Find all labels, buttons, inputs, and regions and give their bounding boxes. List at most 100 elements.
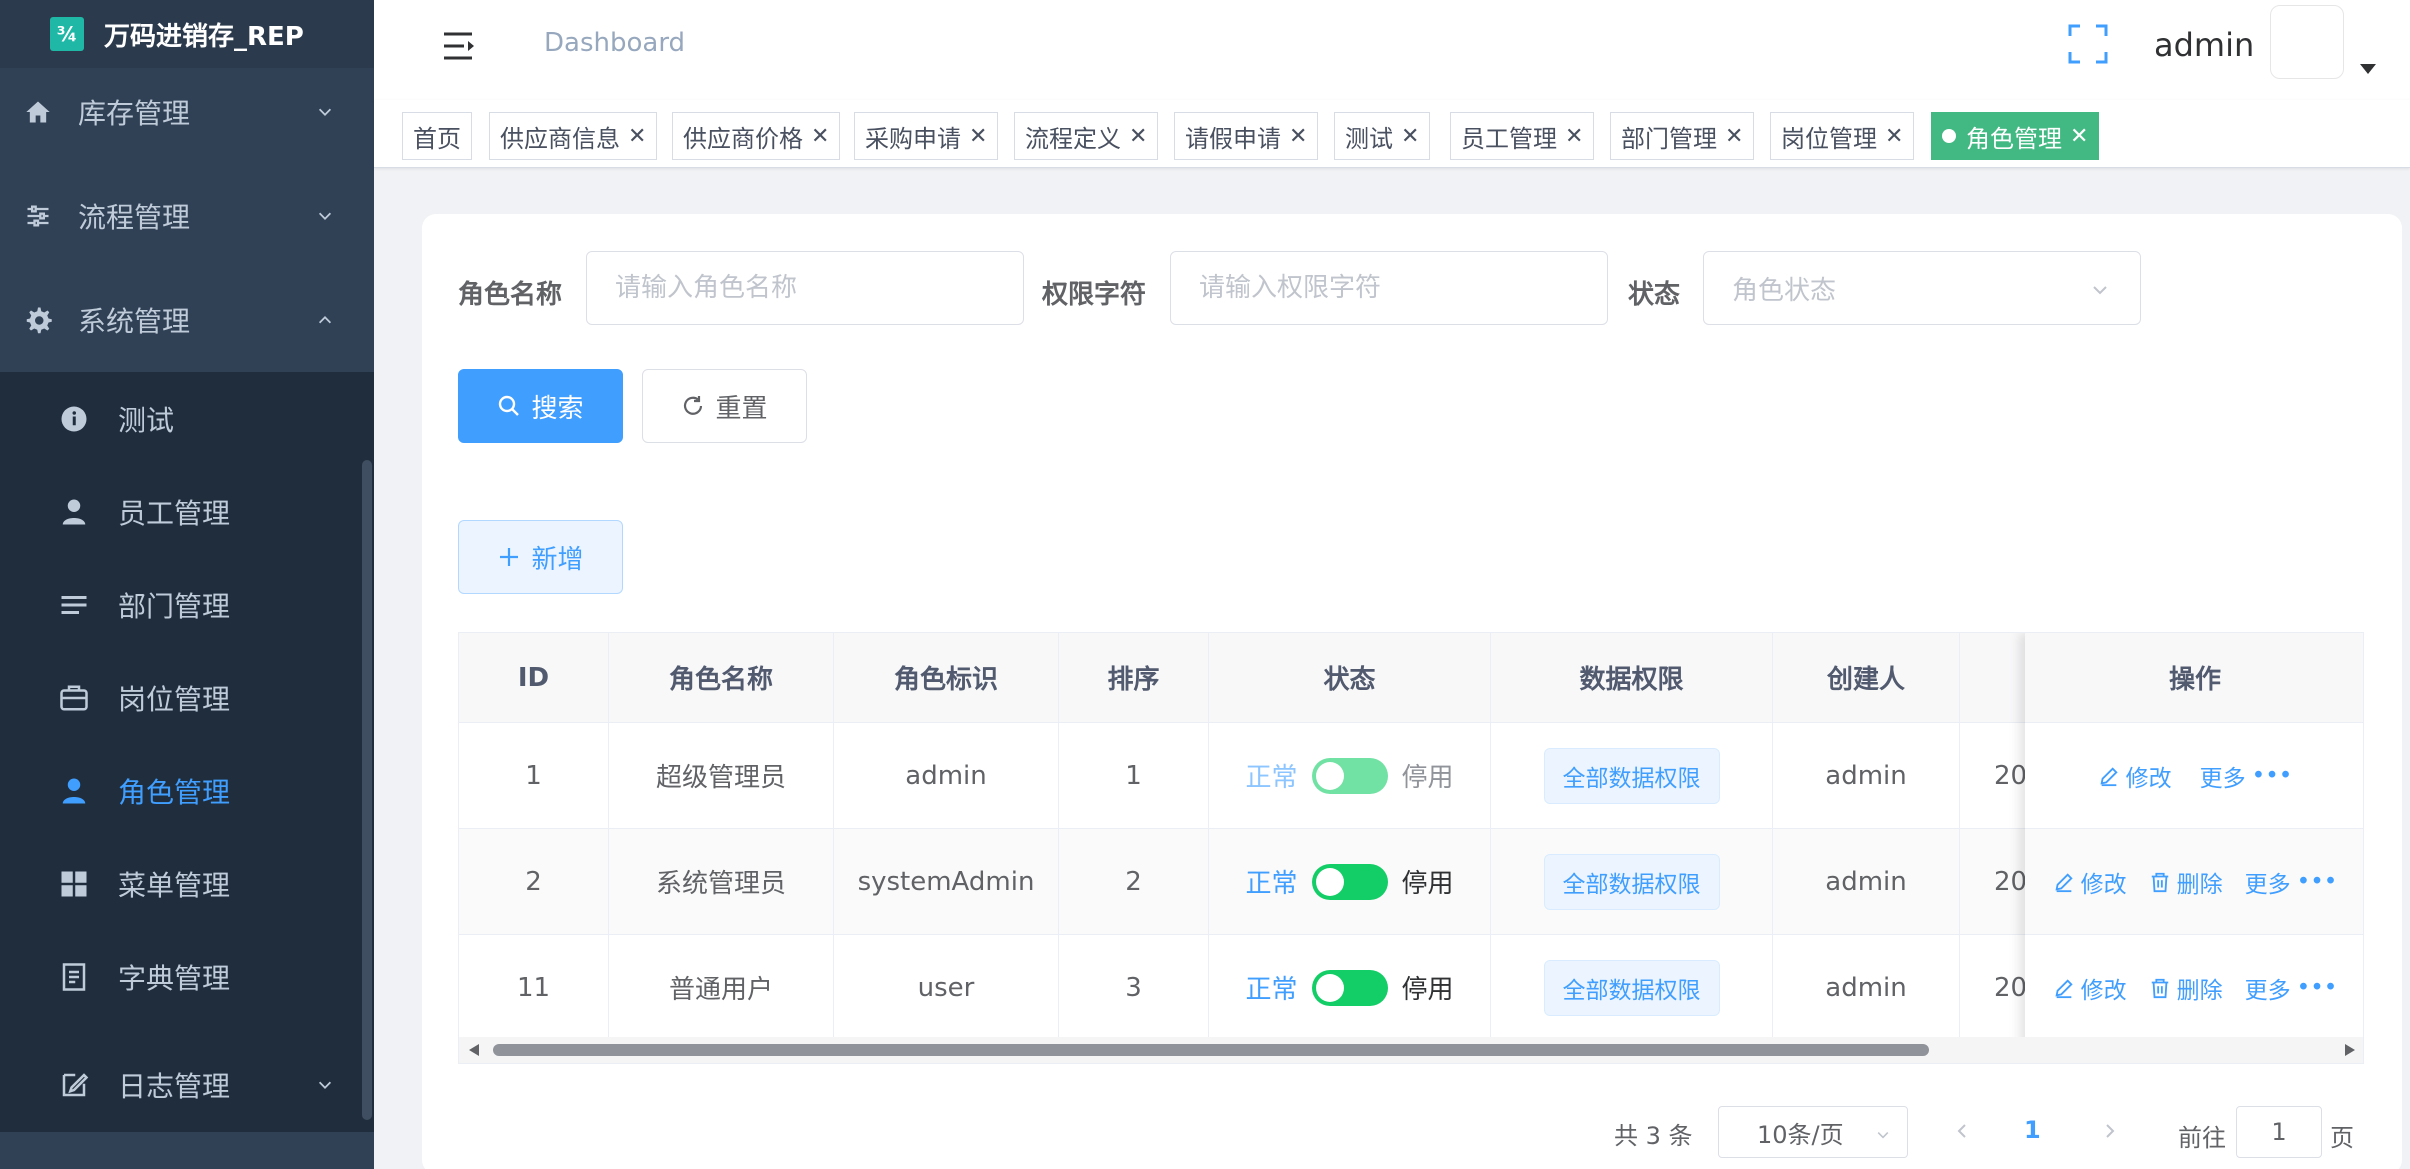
sidebar-scrollbar[interactable] <box>362 460 372 1120</box>
scroll-right-icon[interactable] <box>2345 1044 2355 1056</box>
menu-item-process[interactable]: 流程管理 <box>0 164 374 268</box>
tag-supplier-info[interactable]: 供应商信息 ✕ <box>489 112 658 160</box>
column-header-creator[interactable]: 创建人 <box>1773 633 1960 723</box>
tag-supplier-price[interactable]: 供应商价格 ✕ <box>672 112 841 160</box>
column-header-role-key[interactable]: 角色标识 <box>834 633 1059 723</box>
edit-button[interactable]: 修改 <box>2098 759 2172 793</box>
page-size-select[interactable]: 10条/页 <box>1718 1106 1908 1158</box>
close-icon[interactable]: ✕ <box>1401 124 1419 149</box>
table-cell-data-scope: 全部数据权限 <box>1491 829 1773 935</box>
chevron-down-icon <box>2093 286 2107 295</box>
table-cell-creator: admin <box>1773 829 1960 935</box>
delete-button[interactable]: 删除 <box>2149 971 2223 1005</box>
table-cell-data-scope: 全部数据权限 <box>1491 935 1773 1041</box>
caret-down-icon[interactable] <box>2360 64 2376 74</box>
permission-input[interactable] <box>1170 251 1608 325</box>
role-name-input[interactable] <box>586 251 1024 325</box>
close-icon[interactable]: ✕ <box>1565 124 1583 149</box>
table-horizontal-scrollbar[interactable] <box>459 1037 2363 1063</box>
tag-leave-request[interactable]: 请假申请 ✕ <box>1174 112 1319 160</box>
submenu-item-positions[interactable]: 岗位管理 <box>0 651 374 744</box>
tag-departments[interactable]: 部门管理 ✕ <box>1610 112 1755 160</box>
tag-employees[interactable]: 员工管理 ✕ <box>1450 112 1595 160</box>
page-suffix-label: 页 <box>2330 1124 2354 1152</box>
tag-home[interactable]: 首页 <box>402 112 472 160</box>
tag-purchase-request[interactable]: 采购申请 ✕ <box>854 112 999 160</box>
logo[interactable]: ¾ 万码进销存_REP <box>0 0 374 68</box>
table-cell-sort: 3 <box>1059 935 1209 1041</box>
edit-button[interactable]: 修改 <box>2053 865 2127 899</box>
avatar[interactable] <box>2270 5 2344 79</box>
submenu-item-logs[interactable]: 日志管理 <box>0 1030 374 1140</box>
refresh-icon <box>681 394 705 418</box>
submenu-item-departments[interactable]: 部门管理 <box>0 558 374 651</box>
status-switch[interactable] <box>1311 969 1388 1006</box>
reset-button[interactable]: 重置 <box>642 369 807 443</box>
more-button[interactable]: 更多 ••• <box>2245 971 2338 1005</box>
submenu-item-label: 岗位管理 <box>118 682 231 716</box>
menu-item-system[interactable]: 系统管理 <box>0 268 374 372</box>
close-icon[interactable]: ✕ <box>628 124 646 149</box>
goto-page-input[interactable] <box>2236 1106 2322 1158</box>
status-switch[interactable] <box>1311 863 1388 900</box>
more-button[interactable]: 更多 ••• <box>2200 759 2293 793</box>
breadcrumb[interactable]: Dashboard <box>544 28 685 58</box>
column-header-data-scope[interactable]: 数据权限 <box>1491 633 1773 723</box>
close-icon[interactable]: ✕ <box>2070 124 2088 149</box>
submenu-item-menus[interactable]: 菜单管理 <box>0 837 374 930</box>
tag-label: 岗位管理 <box>1781 124 1877 153</box>
table-cell-status: 正常 停用 <box>1209 723 1491 829</box>
user-name[interactable]: admin <box>2154 26 2254 64</box>
close-icon[interactable]: ✕ <box>1885 124 1903 149</box>
add-button[interactable]: 新增 <box>458 520 623 594</box>
close-icon[interactable]: ✕ <box>1129 124 1147 149</box>
operations-cell: 修改 更多 ••• <box>2025 723 2363 829</box>
page-size-value: 10条/页 <box>1757 1120 1844 1149</box>
info-icon <box>58 403 90 435</box>
edit-icon <box>58 1069 90 1101</box>
next-page-button[interactable] <box>2100 1118 2120 1148</box>
submenu-item-dictionary[interactable]: 字典管理 <box>0 930 374 1023</box>
document-icon <box>58 961 90 993</box>
table-cell-data-scope: 全部数据权限 <box>1491 723 1773 829</box>
tag-test[interactable]: 测试 ✕ <box>1334 112 1431 160</box>
menu-item-inventory[interactable]: 库存管理 <box>0 60 374 164</box>
submenu-item-roles[interactable]: 角色管理 <box>0 744 374 837</box>
close-icon[interactable]: ✕ <box>1725 124 1743 149</box>
submenu-item-test[interactable]: 测试 <box>0 372 374 465</box>
edit-button[interactable]: 修改 <box>2053 971 2127 1005</box>
operations-cell: 修改 删除 更多 ••• <box>2025 935 2363 1041</box>
search-button-label: 搜索 <box>531 393 584 424</box>
prev-page-button[interactable] <box>1952 1118 1972 1148</box>
tag-label: 采购申请 <box>865 124 961 153</box>
scrollbar-thumb[interactable] <box>493 1044 1929 1056</box>
search-button[interactable]: 搜索 <box>458 369 623 443</box>
scroll-left-icon[interactable] <box>469 1044 479 1056</box>
page-number-current[interactable]: 1 <box>2024 1116 2041 1144</box>
tag-roles[interactable]: 角色管理 ✕ <box>1931 112 2100 160</box>
data-scope-tag: 全部数据权限 <box>1543 959 1720 1016</box>
close-icon[interactable]: ✕ <box>1289 124 1307 149</box>
delete-button[interactable]: 删除 <box>2149 865 2223 899</box>
permission-label: 权限字符 <box>1042 280 1147 310</box>
trash-icon <box>2151 978 2168 998</box>
column-header-id[interactable]: ID <box>459 633 609 723</box>
tag-process-definition[interactable]: 流程定义 ✕ <box>1014 112 1159 160</box>
close-icon[interactable]: ✕ <box>969 124 987 149</box>
logo-icon: ¾ <box>50 17 84 51</box>
submenu-item-label: 角色管理 <box>118 775 231 809</box>
column-header-role-name[interactable]: 角色名称 <box>609 633 834 723</box>
goto-label: 前往 <box>2178 1124 2226 1152</box>
table-cell-role-name: 超级管理员 <box>609 723 834 829</box>
fullscreen-icon[interactable] <box>2068 24 2108 64</box>
submenu-item-employees[interactable]: 员工管理 <box>0 465 374 558</box>
column-header-status[interactable]: 状态 <box>1209 633 1491 723</box>
pagination-total: 共 3 条 <box>1614 1122 1693 1150</box>
hamburger-icon[interactable] <box>442 30 478 62</box>
column-header-sort[interactable]: 排序 <box>1059 633 1209 723</box>
tag-positions[interactable]: 岗位管理 ✕ <box>1770 112 1915 160</box>
status-on-label: 正常 <box>1245 763 1298 793</box>
more-button[interactable]: 更多 ••• <box>2245 865 2338 899</box>
close-icon[interactable]: ✕ <box>811 124 829 149</box>
status-select[interactable]: 角色状态 <box>1703 251 2141 325</box>
